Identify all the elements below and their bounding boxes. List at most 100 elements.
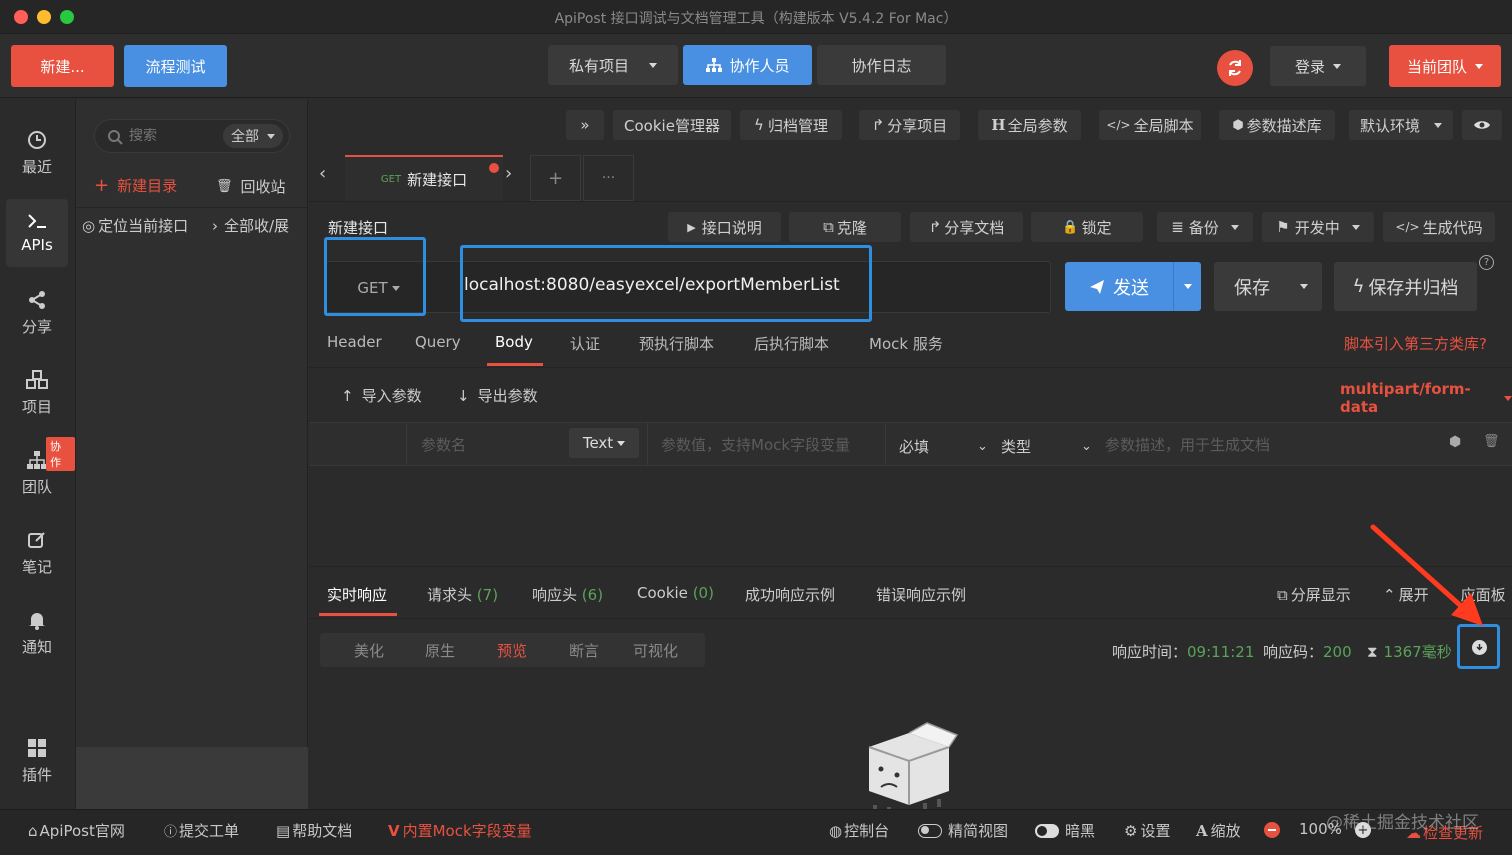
help-icon[interactable]: ? xyxy=(1479,255,1494,270)
chevron-down-icon xyxy=(1434,122,1442,128)
current-team-button[interactable]: 当前团队 xyxy=(1389,45,1501,87)
more-tabs-button[interactable]: ··· xyxy=(583,155,634,201)
send-button[interactable]: 发送 xyxy=(1065,262,1201,311)
save-archive-button[interactable]: ϟ 保存并归档 xyxy=(1334,262,1477,311)
lock-button[interactable]: 🔒 锁定 xyxy=(1031,212,1143,242)
resp-tab-error-example[interactable]: 错误响应示例 xyxy=(876,584,966,605)
nav-recent[interactable]: 最近 xyxy=(6,119,68,187)
view-assert[interactable]: 断言 xyxy=(569,640,599,661)
nav-share[interactable]: 分享 xyxy=(6,279,68,347)
tab-post-script[interactable]: 后执行脚本 xyxy=(754,333,829,354)
resp-tab-realtime[interactable]: 实时响应 xyxy=(327,584,387,605)
save-button[interactable]: 保存 xyxy=(1214,262,1322,311)
nav-notifications[interactable]: 通知 xyxy=(6,599,68,667)
tab-mock[interactable]: Mock 服务 xyxy=(869,333,943,354)
export-params-button[interactable]: ↓ 导出参数 xyxy=(457,385,538,406)
api-doc-button[interactable]: ▶ 接口说明 xyxy=(668,212,781,242)
console-button[interactable]: ◍ 控制台 xyxy=(829,820,889,841)
param-type-select[interactable]: Text xyxy=(569,428,639,458)
resp-tab-resp-headers[interactable]: 响应头 (6) xyxy=(532,584,603,605)
tab-pre-script[interactable]: 预执行脚本 xyxy=(639,333,714,354)
view-preview[interactable]: 预览 xyxy=(497,640,527,661)
cookie-manager-button[interactable]: Cookie管理器 xyxy=(613,110,731,140)
locate-button[interactable]: ◎ 定位当前接口 xyxy=(82,215,188,236)
tab-header[interactable]: Header xyxy=(327,333,382,351)
cube-icon[interactable]: ⬢ xyxy=(1449,434,1461,450)
login-button[interactable]: 登录 xyxy=(1270,46,1366,86)
search-input[interactable] xyxy=(129,126,219,146)
collab-badge: 协作 xyxy=(46,437,75,471)
collaborators-button[interactable]: 协作人员 xyxy=(683,45,812,85)
copy-icon: ⧉ xyxy=(823,218,834,236)
required-select[interactable]: 必填 ⌄ xyxy=(899,436,988,457)
global-script-button[interactable]: </> 全局脚本 xyxy=(1099,110,1201,140)
zoom-out-button[interactable] xyxy=(1264,822,1280,838)
collapse-button[interactable]: › 全部收/展 xyxy=(212,215,289,236)
tab-scroll-left-button[interactable]: ‹ xyxy=(319,163,326,184)
param-value-input[interactable]: 参数值，支持Mock字段变量 xyxy=(661,434,850,455)
import-params-button[interactable]: ↑ 导入参数 xyxy=(341,385,422,406)
kind-select[interactable]: 类型 ⌄ xyxy=(1001,436,1092,457)
tab-scroll-right-button[interactable]: › xyxy=(505,163,512,184)
third-party-link[interactable]: 脚本引入第三方类库? xyxy=(1344,333,1487,354)
param-name-input[interactable]: 参数名 xyxy=(421,434,466,455)
sync-button[interactable] xyxy=(1217,50,1253,86)
resp-tab-req-headers[interactable]: 请求头 (7) xyxy=(427,584,498,605)
dark-mode-toggle[interactable]: 暗黑 xyxy=(1035,820,1095,841)
tab-query[interactable]: Query xyxy=(415,333,461,351)
collab-log-button[interactable]: 协作日志 xyxy=(817,45,946,85)
global-params-button[interactable]: H 全局参数 xyxy=(978,110,1081,140)
status-button[interactable]: ⚑ 开发中 xyxy=(1262,212,1374,242)
archive-button[interactable]: ϟ 归档管理 xyxy=(740,110,842,140)
ticket-label: 提交工单 xyxy=(179,822,240,840)
simple-view-toggle[interactable]: 精简视图 xyxy=(918,820,1008,841)
view-raw[interactable]: 原生 xyxy=(425,640,455,661)
recycle-button[interactable]: 🗑 回收站 xyxy=(216,176,286,197)
nav-team-label: 团队 xyxy=(21,477,52,496)
response-time-value: 09:11:21 xyxy=(1187,643,1255,661)
clone-button[interactable]: ⧉ 克隆 xyxy=(789,212,901,242)
gen-code-button[interactable]: </> 生成代码 xyxy=(1383,212,1495,242)
backup-button[interactable]: ≣ 备份 xyxy=(1157,212,1253,242)
env-select[interactable]: 默认环境 xyxy=(1349,110,1453,140)
content-type-select[interactable]: multipart/form-data xyxy=(1340,380,1512,416)
nav-plugins[interactable]: 插件 xyxy=(6,727,68,795)
download-button[interactable] xyxy=(1472,640,1487,655)
add-tab-button[interactable]: + xyxy=(530,155,581,201)
settings-button[interactable]: ⚙ 设置 xyxy=(1124,820,1170,841)
nav-apis[interactable]: APIs xyxy=(6,199,68,267)
share-doc-button[interactable]: ↱ 分享文档 xyxy=(910,212,1023,242)
bolt-icon: ϟ xyxy=(1352,276,1365,297)
ticket-link[interactable]: ⓘ 提交工单 xyxy=(164,820,239,841)
resp-tab-success-example[interactable]: 成功响应示例 xyxy=(745,584,835,605)
request-tab[interactable]: GET 新建接口 xyxy=(345,155,503,201)
new-button[interactable]: 新建... xyxy=(11,45,114,87)
view-beautify[interactable]: 美化 xyxy=(354,640,384,661)
mock-vars-link[interactable]: V 内置Mock字段变量 xyxy=(388,820,532,841)
new-dir-button[interactable]: + 新建目录 xyxy=(94,175,177,196)
private-project-button[interactable]: 私有项目 xyxy=(548,45,678,85)
flow-test-button[interactable]: 流程测试 xyxy=(124,45,227,87)
share-project-button[interactable]: ↱ 分享项目 xyxy=(859,110,960,140)
share-icon xyxy=(29,290,45,309)
expand-toolbar-button[interactable]: » xyxy=(566,110,604,140)
param-desc-button[interactable]: ⬢ 参数描述库 xyxy=(1219,110,1335,140)
nav-projects[interactable]: 项目 xyxy=(6,359,68,427)
send-dropdown-button[interactable] xyxy=(1173,262,1201,311)
zoom-button[interactable]: A 缩放 xyxy=(1196,820,1241,841)
tab-body[interactable]: Body xyxy=(495,333,533,351)
nav-notes[interactable]: 笔记 xyxy=(6,519,68,587)
resp-tab-cookie[interactable]: Cookie (0) xyxy=(637,584,714,602)
filter-select[interactable]: 全部 xyxy=(223,124,283,148)
official-site-link[interactable]: ⌂ ApiPost官网 xyxy=(28,820,125,841)
eye-button[interactable] xyxy=(1462,110,1502,140)
plus-icon: + xyxy=(547,167,564,189)
send-main[interactable]: 发送 xyxy=(1065,262,1173,311)
help-docs-link[interactable]: ▤ 帮助文档 xyxy=(276,820,352,841)
param-desc-input[interactable]: 参数描述，用于生成文档 xyxy=(1105,434,1270,455)
trash-icon[interactable]: 🗑 xyxy=(1483,434,1500,449)
view-visualize[interactable]: 可视化 xyxy=(633,640,678,661)
code-icon: </> xyxy=(1395,220,1420,234)
split-view-button[interactable]: ⧉ 分屏显示 xyxy=(1277,584,1351,605)
tab-auth[interactable]: 认证 xyxy=(570,333,600,354)
